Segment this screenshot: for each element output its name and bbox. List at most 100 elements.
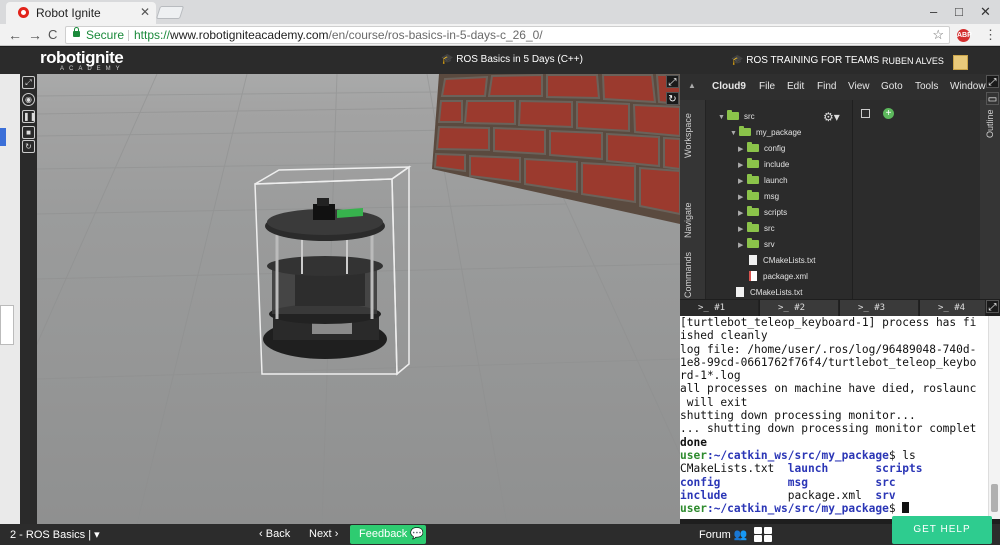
- tree-item[interactable]: ▶ src: [738, 222, 775, 236]
- minimize-button[interactable]: –: [930, 4, 937, 19]
- notebook-edge-marker: [0, 305, 14, 345]
- tab-outline[interactable]: Outline: [985, 109, 995, 138]
- teams-link[interactable]: 🎓 ROS TRAINING FOR TEAMS: [731, 55, 879, 66]
- simulation-toolbar: ⤢ ◉ ❚❚ ■ ↻: [20, 74, 37, 524]
- site-logo[interactable]: robotignite: [40, 49, 124, 66]
- next-button[interactable]: Next ›: [309, 528, 338, 540]
- close-window-button[interactable]: ✕: [980, 4, 991, 20]
- maximize-button[interactable]: □: [955, 4, 963, 19]
- tree-item[interactable]: package.xml: [749, 270, 808, 284]
- tab-navigate[interactable]: Navigate: [683, 202, 693, 238]
- collapsed-arrow-icon: ▶: [738, 194, 744, 201]
- terminal-output[interactable]: [turtlebot_teleop_keyboard-1] process ha…: [680, 316, 988, 519]
- menu-file[interactable]: File: [759, 81, 775, 92]
- collapsed-arrow-icon: ▶: [738, 162, 744, 169]
- folder-icon: [747, 158, 759, 168]
- brick-wall: [432, 74, 680, 224]
- collapsed-arrow-icon: ▶: [738, 226, 744, 233]
- tab-commands[interactable]: Commands: [683, 252, 693, 298]
- url-divider: [128, 30, 129, 41]
- new-file-icon[interactable]: [861, 109, 870, 118]
- back-button[interactable]: ‹ Back: [259, 528, 290, 540]
- terminal-prompt-line: user:~/catkin_ws/src/my_package$ ls: [680, 448, 916, 462]
- terminal-line: ... shutting down processing monitor com…: [680, 422, 977, 436]
- expanded-arrow-icon: ▼: [730, 130, 737, 137]
- sim-reset-icon[interactable]: ↻: [666, 92, 679, 105]
- notebook-edge-marker: [0, 128, 6, 146]
- menu-goto[interactable]: Goto: [881, 81, 903, 92]
- terminal-tab-1[interactable]: >_ #1: [680, 300, 759, 316]
- course-title: 🎓 ROS Basics in 5 Days (C++): [441, 54, 583, 65]
- collapse-menu-icon[interactable]: ▲: [688, 81, 696, 90]
- tab-workspace[interactable]: Workspace: [683, 113, 693, 158]
- terminal-line: will exit: [680, 395, 748, 409]
- editor-area[interactable]: ⚙▾ +: [823, 100, 980, 299]
- collapsed-arrow-icon: ▶: [738, 210, 744, 217]
- tree-item[interactable]: ▼ my_package: [730, 126, 801, 140]
- adblock-extension-icon[interactable]: ABP: [957, 29, 972, 42]
- tree-item[interactable]: CMakeLists.txt: [749, 254, 815, 268]
- terminal-expand-icon[interactable]: ⤢: [986, 300, 999, 313]
- terminal-line: 1e8-99cd-0661762f76f4/turtlebot_teleop_k…: [680, 355, 977, 369]
- xml-file-icon: [749, 271, 757, 281]
- terminal-tab-4[interactable]: >_ #4: [920, 300, 986, 316]
- file-icon: [736, 287, 744, 297]
- user-name[interactable]: RUBEN ALVES: [882, 56, 944, 66]
- chat-bubble-icon: 💬: [410, 528, 425, 540]
- tab-close-button[interactable]: ✕: [140, 5, 150, 19]
- menu-find[interactable]: Find: [817, 81, 836, 92]
- tree-item[interactable]: ▼ src: [718, 110, 755, 124]
- add-icon[interactable]: +: [883, 108, 894, 119]
- terminal-line: log file: /home/user/.ros/log/96489048-7…: [680, 342, 977, 356]
- tree-item[interactable]: ▶ scripts: [738, 206, 787, 220]
- menu-window[interactable]: Window: [950, 81, 986, 92]
- tree-item[interactable]: CMakeLists.txt: [736, 286, 802, 299]
- browser-tab[interactable]: Robot Ignite ✕: [6, 2, 156, 24]
- tree-item[interactable]: ▶ config: [738, 142, 785, 156]
- ide-side-tabs: Workspace Navigate Commands: [680, 100, 706, 299]
- forum-link[interactable]: Forum 👥: [699, 528, 748, 541]
- file-icon: [749, 255, 757, 265]
- ls-output-row: config msg src: [680, 475, 896, 489]
- collapsed-arrow-icon: ▶: [738, 242, 744, 249]
- back-arrow-icon[interactable]: ←: [8, 27, 22, 43]
- reload-icon[interactable]: C: [48, 27, 57, 43]
- gazebo-simulation-view[interactable]: [37, 74, 680, 524]
- pause-icon[interactable]: ❚❚: [22, 110, 36, 123]
- apps-grid-icon[interactable]: [754, 527, 773, 543]
- ide-panel-icon[interactable]: ▭: [986, 92, 999, 105]
- bookmark-star-icon[interactable]: ☆: [932, 27, 944, 43]
- scroll-thumb[interactable]: [991, 484, 998, 512]
- tree-item[interactable]: ▶ srv: [738, 238, 775, 252]
- menu-edit[interactable]: Edit: [787, 81, 804, 92]
- tab-title: Robot Ignite: [36, 6, 101, 20]
- url-input[interactable]: Secure https://www.robotigniteacademy.co…: [65, 26, 950, 44]
- chevron-left-icon: ‹: [259, 528, 263, 540]
- menu-tools[interactable]: Tools: [915, 81, 938, 92]
- forward-arrow-icon[interactable]: →: [28, 27, 42, 43]
- ide-expand-icon[interactable]: ⤢: [986, 75, 999, 88]
- eye-icon[interactable]: ◉: [22, 93, 35, 106]
- terminal-scrollbar[interactable]: [988, 316, 1000, 519]
- menu-cloud9[interactable]: Cloud9: [712, 81, 746, 92]
- menu-view[interactable]: View: [848, 81, 870, 92]
- avatar[interactable]: [953, 55, 968, 70]
- terminal-tab-3[interactable]: >_ #3: [840, 300, 919, 316]
- reset-icon[interactable]: ↻: [22, 140, 35, 153]
- tree-item[interactable]: ▶ msg: [738, 190, 779, 204]
- lock-icon: [73, 27, 80, 37]
- terminal-tab-2[interactable]: >_ #2: [760, 300, 839, 316]
- browser-menu-icon[interactable]: ⋮: [984, 27, 997, 43]
- new-tab-button[interactable]: [155, 6, 185, 19]
- stop-icon[interactable]: ■: [22, 126, 35, 139]
- expand-icon[interactable]: ⤢: [22, 76, 35, 89]
- sim-expand-icon[interactable]: ⤢: [666, 75, 679, 88]
- tree-item[interactable]: ▶ launch: [738, 174, 788, 188]
- url-text: https://www.robotigniteacademy.com/en/co…: [134, 28, 543, 42]
- feedback-button[interactable]: Feedback 💬: [350, 525, 426, 544]
- unit-selector[interactable]: 2 - ROS Basics | ▾: [10, 528, 100, 541]
- tree-item[interactable]: ▶ include: [738, 158, 789, 172]
- get-help-button[interactable]: GET HELP: [892, 516, 992, 544]
- gear-icon[interactable]: ⚙▾: [823, 110, 840, 124]
- folder-icon: [747, 142, 759, 152]
